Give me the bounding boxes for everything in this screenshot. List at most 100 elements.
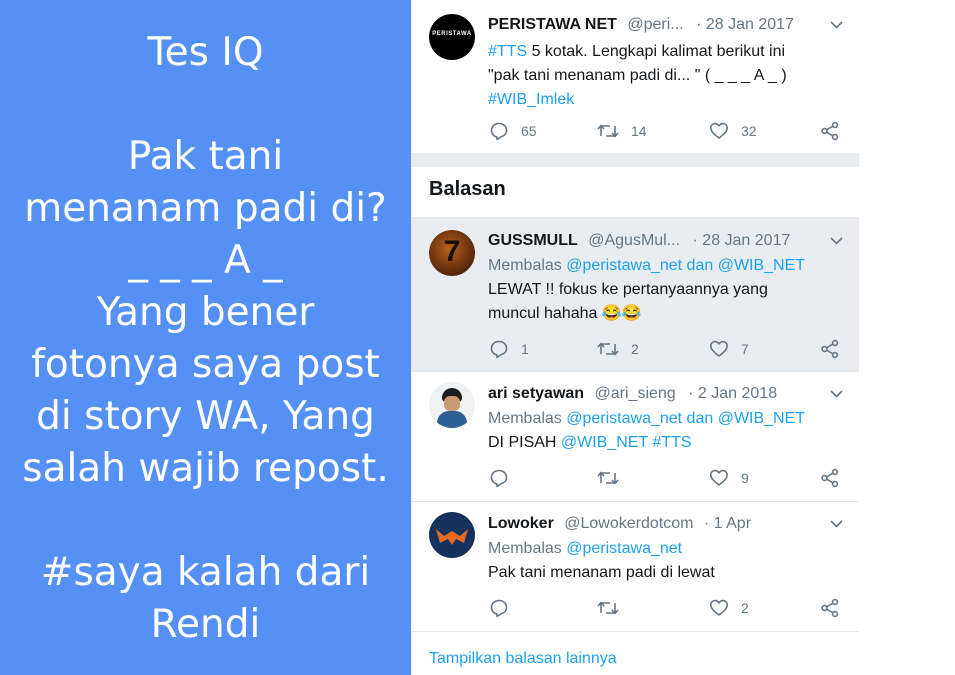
author-name[interactable]: GUSSMULL — [488, 232, 578, 249]
author-handle[interactable]: @Lowokerdotcom — [564, 515, 693, 532]
replying-to-label: Membalas — [488, 540, 567, 557]
tweet-text: #TTS 5 kotak. Lengkapi kalimat berikut i… — [488, 40, 838, 112]
share-icon — [821, 121, 839, 141]
reply-icon — [490, 122, 508, 141]
share-icon — [821, 468, 839, 488]
panel-hashtag-line: #saya kalah dari — [40, 550, 371, 595]
share-button[interactable] — [820, 339, 852, 359]
tweet-date[interactable]: · 28 Jan 2017 — [693, 232, 791, 249]
avatar-logo-text: PERISTAWA — [432, 31, 472, 37]
avatar[interactable] — [429, 382, 475, 428]
reply-icon — [490, 599, 508, 618]
main-tweet[interactable]: PERISTAWA PERISTAWA NET @peri... · 28 Ja… — [411, 0, 859, 152]
share-icon — [821, 339, 839, 359]
retweet-icon — [597, 124, 619, 138]
tweet-text-line: Pak tani menanam padi di lewat — [488, 564, 715, 581]
replying-to-label: Membalas — [488, 410, 567, 427]
reply-count: 1 — [521, 341, 529, 357]
author-name[interactable]: ari setyawan — [488, 385, 584, 402]
like-count: 7 — [741, 341, 749, 357]
tweet-text: Membalas @peristawa_net Pak tani menanam… — [488, 537, 838, 585]
reply-button[interactable]: 1 — [489, 339, 529, 359]
tweet-date[interactable]: · 1 Apr — [704, 515, 751, 532]
retweet-button[interactable] — [597, 468, 631, 488]
share-button[interactable] — [820, 468, 852, 488]
chevron-down-icon[interactable] — [830, 386, 843, 401]
tweet-text-line: 5 kotak. Lengkapi kalimat berikut ini — [527, 43, 786, 60]
panel-line: Pak tani — [127, 134, 284, 179]
panel-line: fotonya saya post — [31, 342, 380, 387]
avatar[interactable] — [429, 512, 475, 558]
author-name[interactable]: PERISTAWA NET — [488, 16, 617, 33]
reply-tweet[interactable]: Lowoker @Lowokerdotcom · 1 Apr Membalas … — [411, 502, 859, 630]
tweet-header: PERISTAWA NET @peri... · 28 Jan 2017 — [488, 16, 849, 38]
page-margin — [859, 0, 955, 675]
share-button[interactable] — [820, 121, 852, 141]
replying-to-label: Membalas — [488, 257, 567, 274]
like-count: 2 — [741, 600, 749, 616]
reply-tweet[interactable]: 7 GUSSMULL @AgusMul... · 28 Jan 2017 Mem… — [411, 218, 859, 371]
panel-line: Yang bener — [96, 290, 315, 335]
panel-line: Rendi — [150, 602, 261, 647]
retweet-button[interactable]: 14 — [597, 121, 647, 141]
tweet-header: ari setyawan @ari_sieng · 2 Jan 2018 — [488, 385, 849, 407]
tweet-header: GUSSMULL @AgusMul... · 28 Jan 2017 — [488, 232, 849, 254]
retweet-count: 14 — [631, 123, 647, 139]
retweet-icon — [597, 471, 619, 485]
tweet-text-line: "pak tani menanam padi di... " ( _ _ _ A… — [488, 67, 787, 84]
hashtag-link[interactable]: #WIB_Imlek — [488, 91, 574, 108]
reply-button[interactable]: 65 — [489, 121, 537, 141]
author-handle[interactable]: @peri... — [627, 16, 683, 33]
reply-tweet[interactable]: ari setyawan @ari_sieng · 2 Jan 2018 Mem… — [411, 372, 859, 500]
mention-link[interactable]: @peristawa_net dan @WIB_NET — [566, 410, 805, 427]
like-icon — [710, 340, 728, 357]
author-handle[interactable]: @ari_sieng — [595, 385, 676, 402]
like-count: 32 — [741, 123, 757, 139]
reply-button[interactable] — [489, 598, 521, 618]
tweet-text: Membalas @peristawa_net dan @WIB_NET LEW… — [488, 254, 838, 326]
tweet-text-line: muncul hahaha 😂😂 — [488, 305, 642, 322]
share-button[interactable] — [820, 598, 852, 618]
panel-line: menanam padi di? — [24, 186, 387, 231]
tweet-text: Membalas @peristawa_net dan @WIB_NET DI … — [488, 407, 838, 455]
retweet-button[interactable] — [597, 598, 631, 618]
hashtag-link[interactable]: #TTS — [488, 43, 527, 60]
retweet-button[interactable]: 2 — [597, 339, 639, 359]
tweet-text-line: DI PISAH — [488, 434, 561, 451]
chevron-down-icon[interactable] — [830, 233, 843, 248]
retweet-icon — [597, 601, 619, 615]
tweet-date[interactable]: · 28 Jan 2017 — [696, 16, 794, 33]
chevron-down-icon[interactable] — [830, 516, 843, 531]
avatar[interactable]: PERISTAWA — [429, 14, 475, 60]
like-icon — [710, 599, 728, 616]
section-divider — [411, 153, 859, 167]
like-button[interactable]: 9 — [709, 468, 749, 488]
reply-icon — [490, 340, 508, 359]
reply-icon — [490, 469, 508, 488]
author-name[interactable]: Lowoker — [488, 515, 554, 532]
reply-button[interactable] — [489, 468, 521, 488]
mention-link[interactable]: @WIB_NET — [561, 434, 648, 451]
panel-line: _ _ _ A _ — [128, 238, 283, 283]
chevron-down-icon[interactable] — [830, 17, 843, 32]
replies-section-title: Balasan — [429, 178, 506, 200]
tweet-text-line: LEWAT !! fokus ke pertanyaannya yang — [488, 281, 768, 298]
tweet-feed: PERISTAWA PERISTAWA NET @peri... · 28 Ja… — [411, 0, 859, 675]
like-button[interactable]: 2 — [709, 598, 749, 618]
like-button[interactable]: 32 — [709, 121, 757, 141]
author-handle[interactable]: @AgusMul... — [588, 232, 680, 249]
show-more-replies-link[interactable]: Tampilkan balasan lainnya — [429, 650, 617, 668]
tweet-date[interactable]: · 2 Jan 2018 — [688, 385, 777, 402]
like-button[interactable]: 7 — [709, 339, 749, 359]
like-icon — [710, 122, 728, 139]
mention-link[interactable]: @peristawa_net — [566, 540, 682, 557]
divider — [411, 631, 859, 632]
retweet-icon — [597, 342, 619, 356]
avatar[interactable]: 7 — [429, 230, 475, 276]
mention-link[interactable]: @peristawa_net dan @WIB_NET — [566, 257, 805, 274]
share-icon — [821, 598, 839, 618]
hashtag-link[interactable]: #TTS — [648, 434, 691, 451]
panel-title: Tes IQ — [147, 30, 264, 75]
tweet-header: Lowoker @Lowokerdotcom · 1 Apr — [488, 515, 849, 537]
like-icon — [710, 469, 728, 486]
